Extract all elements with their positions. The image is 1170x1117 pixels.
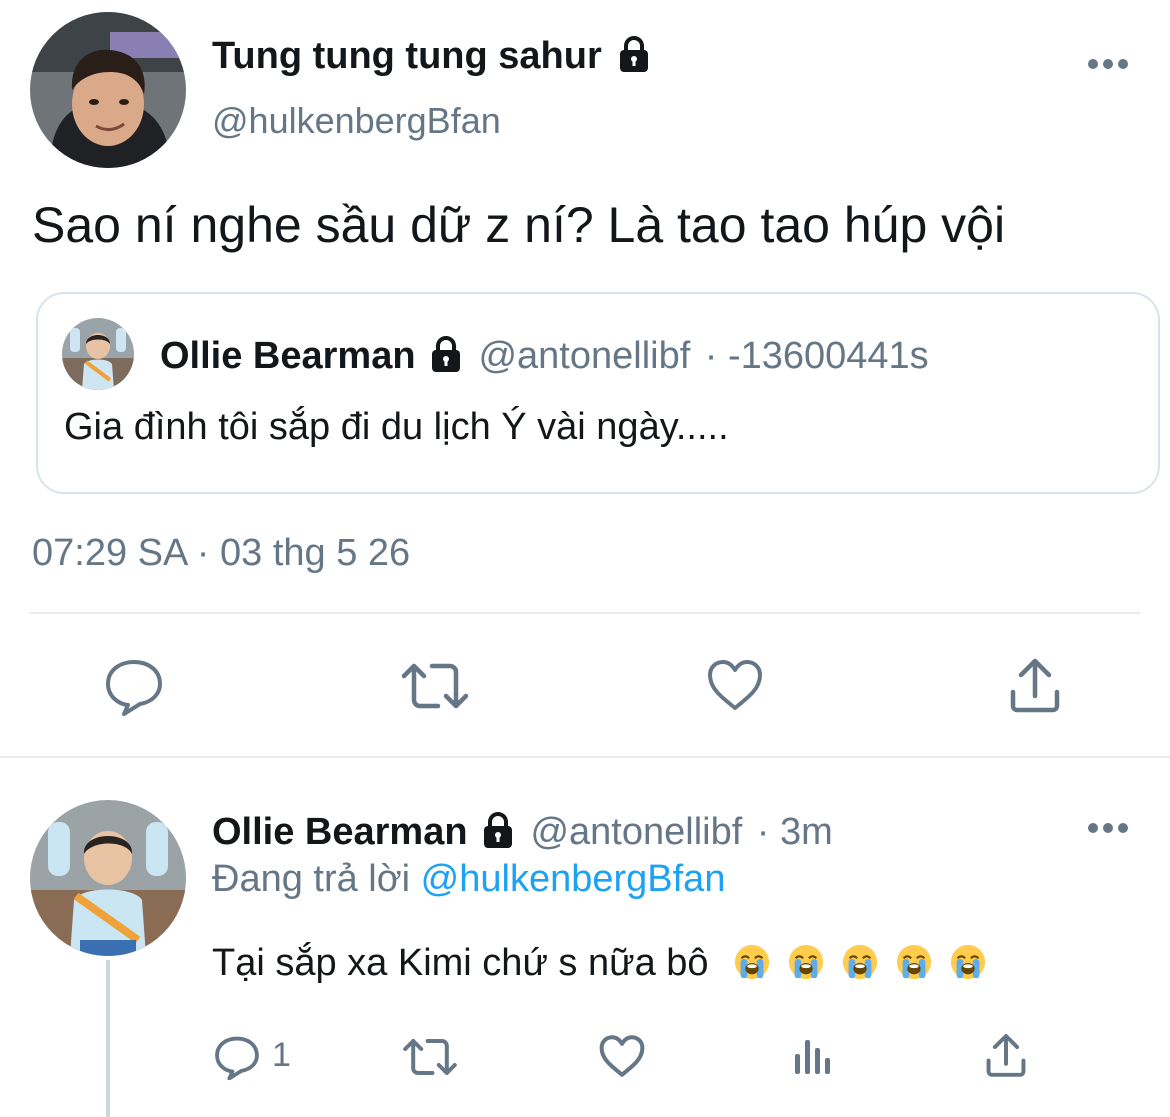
reply-display-name[interactable]: Ollie Bearman [212, 811, 468, 853]
retweet-icon [401, 663, 469, 709]
divider [30, 612, 1140, 614]
more-icon [1088, 59, 1128, 69]
share-icon [1010, 658, 1060, 713]
retweet-button[interactable] [400, 660, 470, 712]
quoted-author-avatar[interactable] [62, 318, 134, 390]
reply-count: 1 [272, 1036, 291, 1074]
share-icon [986, 1033, 1026, 1077]
reply-author-avatar[interactable] [30, 800, 186, 956]
thread-line [106, 960, 110, 1117]
like-icon [599, 1035, 645, 1077]
author-name-row: Tung tung tung sahur [212, 34, 654, 78]
reply-time: · 3m [756, 811, 833, 853]
replying-to-row: Đang trả lời @hulkenbergBfan [212, 858, 725, 901]
reply-more-button[interactable] [1086, 816, 1130, 840]
lock-icon [614, 34, 654, 79]
emoji-group [733, 942, 1003, 984]
reply-text-row: Tại sắp xa Kimi chứ s nữa bô [212, 942, 1003, 985]
quoted-header: Ollie Bearman @antonellibf · -13600441s [160, 334, 929, 380]
quoted-time: · -13600441s [704, 335, 929, 377]
divider [0, 756, 1170, 758]
quoted-tweet-card[interactable] [36, 292, 1160, 494]
reply-retweet-button[interactable] [402, 1036, 458, 1078]
tweet-timestamp[interactable]: 07:29 SA · 03 thg 5 26 [32, 532, 410, 575]
quoted-handle[interactable]: @antonellibf [478, 335, 690, 377]
like-icon [708, 660, 762, 710]
loudly-crying-face-icon [734, 944, 770, 980]
lock-icon [426, 334, 466, 379]
replying-to-label: Đang trả lời [212, 858, 411, 900]
reply-like-button[interactable] [598, 1034, 646, 1078]
reply-handle[interactable]: @antonellibf [530, 811, 742, 853]
reply-share-button[interactable] [984, 1032, 1028, 1078]
author-display-name[interactable]: Tung tung tung sahur [212, 35, 602, 77]
more-options-button[interactable] [1086, 52, 1130, 76]
share-button[interactable] [1008, 656, 1062, 714]
retweet-icon [403, 1039, 457, 1075]
loudly-crying-face-icon [842, 944, 878, 980]
reply-text: Tại sắp xa Kimi chứ s nữa bô [212, 942, 709, 984]
reply-header: Ollie Bearman @antonellibf · 3m [212, 810, 833, 856]
reply-icon [215, 1036, 259, 1080]
like-button[interactable] [706, 658, 764, 712]
tweet-text: Sao ní nghe sầu dữ z ní? Là tao tao húp … [32, 197, 1006, 253]
author-avatar[interactable] [30, 12, 186, 168]
reply-button[interactable] [104, 656, 164, 716]
reply-icon [106, 660, 162, 716]
lock-icon [478, 810, 518, 855]
loudly-crying-face-icon [896, 944, 932, 980]
quoted-display-name[interactable]: Ollie Bearman [160, 335, 416, 377]
replying-to-handle[interactable]: @hulkenbergBfan [421, 858, 726, 900]
author-handle[interactable]: @hulkenbergBfan [212, 100, 501, 142]
reply-reply-button[interactable]: 1 [214, 1034, 304, 1080]
more-icon [1088, 823, 1128, 833]
quoted-tweet-text: Gia đình tôi sắp đi du lịch Ý vài ngày..… [64, 406, 729, 448]
analytics-icon [795, 1040, 830, 1074]
loudly-crying-face-icon [950, 944, 986, 980]
loudly-crying-face-icon [788, 944, 824, 980]
analytics-button[interactable] [792, 1036, 834, 1078]
